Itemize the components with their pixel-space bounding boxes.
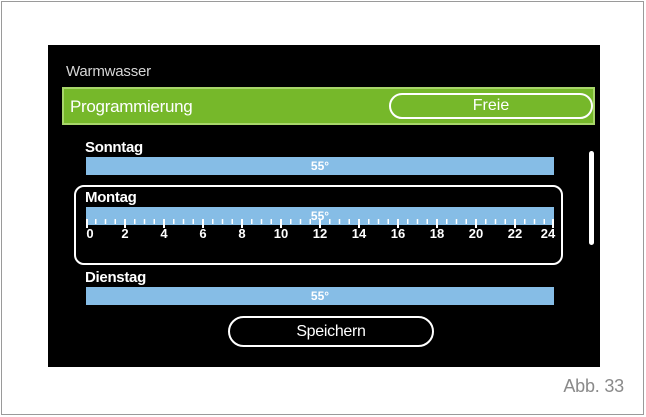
- day-label-montag: Montag: [85, 189, 137, 206]
- hour-label: 24: [540, 226, 556, 241]
- device-screen: Warmwasser Programmierung Freie Sonntag …: [48, 45, 600, 367]
- hour-label: 14: [351, 226, 367, 241]
- day-label-sonntag: Sonntag: [85, 139, 143, 156]
- hour-label: 22: [507, 226, 523, 241]
- hour-label: 18: [429, 226, 445, 241]
- hour-axis: 0 2 4 6 8 10 12 14 16 18 20 22 24: [86, 226, 556, 246]
- hour-label: 0: [86, 226, 94, 241]
- day-label-dienstag: Dienstag: [85, 269, 146, 286]
- hour-label: 8: [238, 226, 246, 241]
- screen-title: Warmwasser: [66, 63, 151, 80]
- hour-label: 4: [160, 226, 168, 241]
- hour-label: 6: [199, 226, 207, 241]
- hour-label: 16: [390, 226, 406, 241]
- programming-label: Programmierung: [70, 97, 193, 116]
- hour-label: 12: [312, 226, 328, 241]
- hour-label: 20: [468, 226, 484, 241]
- save-button[interactable]: Speichern: [228, 316, 434, 347]
- programming-row[interactable]: Programmierung Freie: [62, 87, 595, 125]
- figure-caption: Abb. 33: [563, 376, 624, 396]
- hour-label: 2: [121, 226, 129, 241]
- hour-label: 10: [273, 226, 289, 241]
- day-bar-sonntag[interactable]: 55°: [86, 157, 554, 175]
- programming-mode-button[interactable]: Freie: [389, 93, 593, 119]
- day-bar-dienstag[interactable]: 55°: [86, 287, 554, 305]
- scrollbar[interactable]: [589, 151, 594, 245]
